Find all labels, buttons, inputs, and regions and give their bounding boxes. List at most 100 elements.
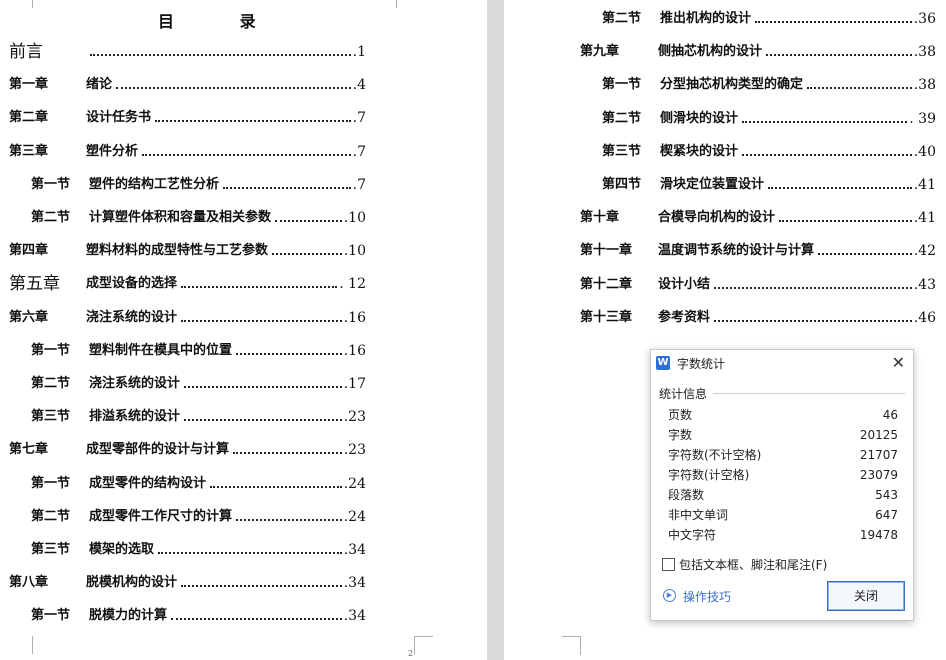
toc-leader-dots <box>272 241 342 261</box>
toc-leader-dots <box>714 275 912 295</box>
toc-entry-label: 前言 <box>9 42 43 62</box>
toc-entry-label: 第二节 <box>31 376 71 391</box>
toc-entry-title: 合模导向机构的设计 <box>658 210 776 226</box>
close-button[interactable]: 关闭 <box>827 581 905 611</box>
toc-entry: 第六章 浇注系统的设计 .16 <box>9 308 366 328</box>
stat-value: 46 <box>882 408 898 422</box>
close-icon[interactable]: ✕ <box>892 353 905 372</box>
crop-mark <box>14 0 33 8</box>
toc-entry-title: 绪论 <box>86 77 113 93</box>
toc-entry: 第十章 合模导向机构的设计 .41 <box>580 208 936 228</box>
toc-entry: 第一节 塑料制件在模具中的位置 .16 <box>31 341 366 361</box>
toc-entry-page: .7 <box>352 110 366 127</box>
toc-leader-dots <box>807 75 912 95</box>
include-textbox-label[interactable]: 包括文本框、脚注和尾注(F) <box>679 556 827 573</box>
stat-row: 字符数(不计空格) 21707 <box>668 446 898 464</box>
toc-entry: 第二节 计算塑件体积和容量及相关参数 .10 <box>31 208 366 228</box>
toc-entry-title: 成型设备的选择 <box>86 276 178 292</box>
toc-entry-label: 第一节 <box>31 342 71 358</box>
toc-entry: 第九章 侧抽芯机构的设计 .38 <box>580 42 936 62</box>
toc-entry-page: .24 <box>343 508 366 525</box>
toc-entry-page: .7 <box>352 143 366 160</box>
tips-link[interactable]: 操作技巧 <box>683 588 731 605</box>
stat-value: 647 <box>875 508 898 522</box>
toc-entry: 第三章 塑件分析 .7 <box>9 142 366 162</box>
stat-key: 字符数(计空格) <box>668 468 750 482</box>
crop-mark <box>14 636 33 654</box>
toc-entry-title: 推出机构的设计 <box>660 11 752 26</box>
toc-entry-label: 第十章 <box>580 210 620 226</box>
toc-entry-page: .10 <box>343 243 366 260</box>
stat-value: 21707 <box>859 448 898 462</box>
stat-row: 页数 46 <box>668 406 898 424</box>
toc-entry-label: 第三节 <box>602 143 642 159</box>
toc-entry: 第十二章 设计小结 .43 <box>580 275 936 295</box>
toc-entry-title: 设计任务书 <box>86 110 152 126</box>
toc-leader-dots <box>766 42 912 62</box>
toc-entry-title: 设计小结 <box>658 276 711 292</box>
dialog-title: 字数统计 <box>677 357 726 371</box>
toc-entry: 第十三章 参考资料 .46 <box>580 308 936 328</box>
stat-row: 字符数(计空格) 23079 <box>668 466 898 484</box>
toc-leader-dots <box>818 241 912 261</box>
toc-entry-title: 塑件的结构工艺性分析 <box>89 176 220 192</box>
toc-entry-label: 第一节 <box>31 608 71 624</box>
toc-leader-dots <box>233 440 342 460</box>
toc-entry: 第三节 模架的选取 .34 <box>31 540 366 560</box>
toc-leader-dots <box>755 9 912 29</box>
toc-entry-page: .34 <box>343 608 366 625</box>
toc-entry-title: 滑块定位装置设计 <box>660 177 765 192</box>
toc-entry-label: 第八章 <box>9 575 49 591</box>
stat-key: 中文字符 <box>668 528 717 542</box>
toc-entry-label: 第二章 <box>9 110 49 126</box>
wps-writer-icon: W <box>656 356 670 370</box>
toc-entry-title: 参考资料 <box>658 309 711 325</box>
toc-entry-label: 第十二章 <box>580 276 633 292</box>
group-divider <box>713 393 905 394</box>
toc-entry-label: 第六章 <box>9 309 49 325</box>
page-number: 2 <box>408 649 414 658</box>
toc-entry: 第二节 推出机构的设计 .36 <box>602 9 936 29</box>
group-title: 统计信息 <box>659 387 708 401</box>
toc-entry-page: .38 <box>913 44 936 61</box>
toc-leader-dots <box>210 474 342 494</box>
toc-leader-dots <box>236 341 342 361</box>
toc-entry: 第二节 侧滑块的设计 . 39 <box>602 109 936 129</box>
stat-key: 字符数(不计空格) <box>668 448 762 462</box>
toc-entry: 第五章 成型设备的选择 . 12 <box>9 274 366 294</box>
toc-leader-dots <box>116 75 351 95</box>
toc-entry-page: .23 <box>343 409 366 426</box>
toc-entry-page: . 39 <box>909 110 936 127</box>
toc-entry: 第八章 脱模机构的设计 .34 <box>9 573 366 593</box>
include-textbox-checkbox[interactable] <box>662 558 675 571</box>
toc-entry-page: .4 <box>352 77 366 94</box>
toc-leader-dots <box>184 407 342 427</box>
play-icon[interactable]: ▶ <box>663 589 676 602</box>
toc-entry-label: 第四节 <box>602 177 642 192</box>
toc-entry-title: 塑料材料的成型特性与工艺参数 <box>86 243 269 259</box>
stat-row: 非中文单词 647 <box>668 506 898 524</box>
document-page-left: 目 录 前言 .1 第一章 绪论 .4 第二章 设计任务书 .7 第三章 塑件分析 .7 第一节 塑件的… <box>0 0 487 660</box>
toc-entry-label: 第二节 <box>602 110 642 126</box>
toc-entry-title: 成型零件的结构设计 <box>89 475 207 491</box>
toc-entry-title: 塑料制件在模具中的位置 <box>89 342 233 358</box>
toc-entry-page: .34 <box>343 575 366 592</box>
stat-key: 非中文单词 <box>668 508 729 522</box>
stat-value: 19478 <box>859 528 898 542</box>
toc-entry-title: 浇注系统的设计 <box>89 376 181 391</box>
toc-entry-label: 第七章 <box>9 442 49 458</box>
toc-leader-dots <box>181 308 342 328</box>
toc-entry: 第二节 浇注系统的设计 .17 <box>31 374 366 394</box>
toc-entry-label: 第一节 <box>31 176 71 192</box>
toc-entry: 第一节 塑件的结构工艺性分析 .7 <box>31 175 366 195</box>
toc-entry-title: 脱模机构的设计 <box>86 575 178 591</box>
toc-entry-label: 第二节 <box>31 210 71 225</box>
toc-entry-page: .24 <box>343 475 366 492</box>
toc-entry-title: 脱模力的计算 <box>89 608 168 624</box>
word-count-dialog[interactable]: W 字数统计 ✕ 统计信息 页数 46 字数 20125 字符数(不计空格) 21707 字… <box>650 349 914 621</box>
toc-entry-page: .17 <box>343 376 366 392</box>
toc-leader-dots <box>236 507 342 527</box>
toc-entry-page: .16 <box>343 309 366 326</box>
toc-entry: 第七章 成型零部件的设计与计算 .23 <box>9 440 366 460</box>
toc-leader-dots <box>181 573 342 593</box>
